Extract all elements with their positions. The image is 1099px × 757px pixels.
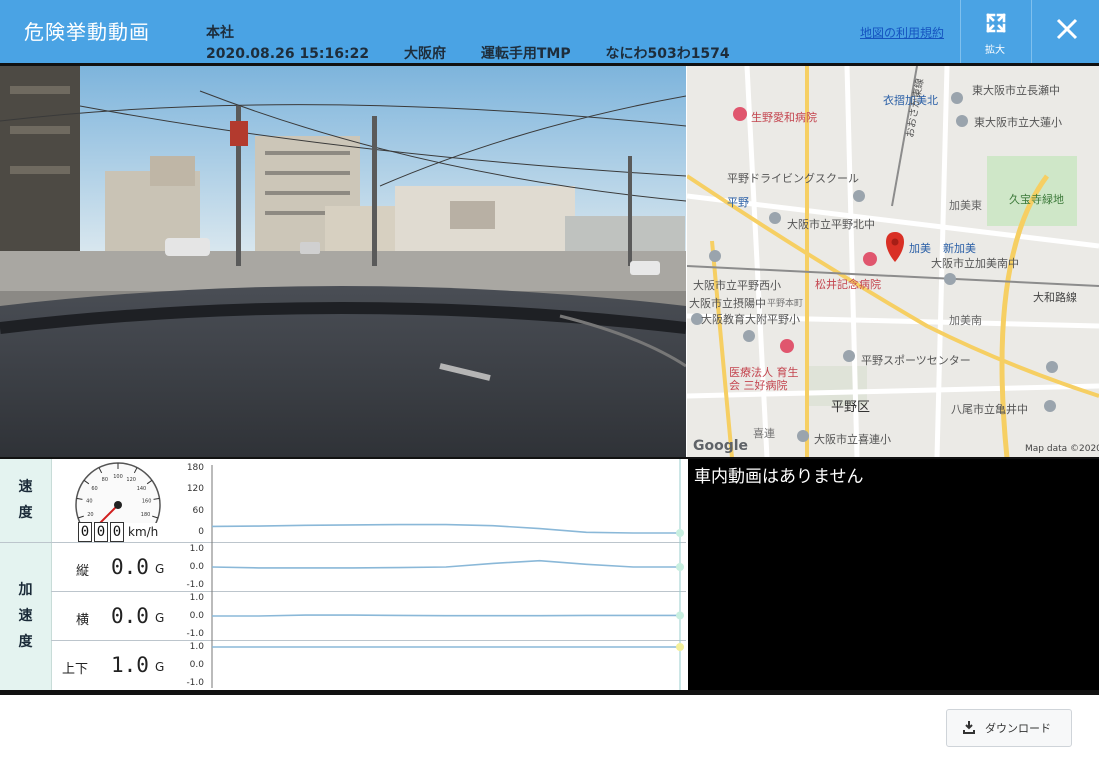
map-label: 大阪市立平野西小 [693,279,781,292]
close-button[interactable] [1031,0,1099,63]
map-label: 加美 [909,242,931,255]
map-label: 大阪市立喜連小 [814,433,891,446]
map-label: 生野愛和病院 [751,111,817,124]
speed-series-line [211,523,680,534]
map-label: 喜連 [753,427,775,440]
google-logo: Google [693,438,749,454]
map-label: 加美東 [949,199,982,212]
longitudinal-current-point [676,563,684,571]
expand-label: 拡大 [985,45,1005,56]
expand-button[interactable]: 拡大 [960,0,1029,63]
event-datetime: 2020.08.26 15:16:22 [206,46,370,62]
lateral-series-line [212,614,680,617]
header-bar: 危険挙動動画 本社 2020.08.26 15:16:22 大阪府 運転手用TM… [0,0,1099,63]
no-interior-video-message: 車内動画はありません [694,467,864,487]
map-label: 会 三好病院 [729,379,788,392]
event-prefecture: 大阪府 [403,46,446,62]
event-driver: 運転手用TMP [480,46,571,62]
dashcam-video[interactable] [0,66,686,458]
speed-current-point [676,529,684,537]
office-name: 本社 [206,25,234,41]
map-label: 平野スポーツセンター [861,354,971,367]
map-label: 大阪市立加美南中 [931,257,1019,270]
map-label: 久宝寺緑地 [1009,193,1064,206]
map-label: 八尾市立亀井中 [951,403,1028,416]
map-label: 東大阪市立大蓮小 [974,116,1062,129]
map-label: 大阪市立摂陽中 [689,297,766,310]
map-label: 東大阪市立長瀬中 [972,84,1060,97]
map-label: 平野本町 [767,299,804,309]
map-label: 大阪教育大附平野小 [701,313,800,326]
dashcam-frame-image [0,66,686,458]
vehicle-plate: なにわ503わ1574 [605,46,730,62]
map-attribution: Map data ©2020 [1025,444,1099,454]
lateral-current-point [676,611,684,620]
vertical-current-point [676,643,684,651]
sensor-panel: 速 度 加 速 度 020406080100120140160180200 0 … [0,459,686,690]
map-label: 平野ドライビングスクール [727,172,859,185]
map-label: 加美南 [949,314,982,327]
divider [0,690,1099,695]
page-title: 危険挙動動画 [24,20,150,44]
event-info: 2020.08.26 15:16:22 大阪府 運転手用TMP なにわ503わ1… [206,43,760,63]
sensor-charts [211,459,684,690]
map-label: 大和路線 [1033,291,1077,304]
map-label: 平野区 [831,400,871,415]
map-label: 新加美 [943,242,976,255]
longitudinal-series-line [211,559,680,569]
map-label: 大阪市立平野北中 [787,218,875,231]
download-icon [963,721,975,734]
map-label: 松井記念病院 [815,278,881,291]
map-terms-link[interactable]: 地図の利用規約 [860,24,944,41]
download-button[interactable]: ダウンロード [946,709,1072,747]
map-label: 平野 [727,196,749,209]
expand-icon [986,13,1006,33]
location-map[interactable]: 衣摺加美北 東大阪市立長瀬中 生野愛和病院 東大阪市立大蓮小 平野ドライビングス… [687,66,1099,458]
download-label: ダウンロード [985,722,1051,735]
interior-video: 車内動画はありません [688,459,1099,690]
close-icon [1056,18,1078,40]
